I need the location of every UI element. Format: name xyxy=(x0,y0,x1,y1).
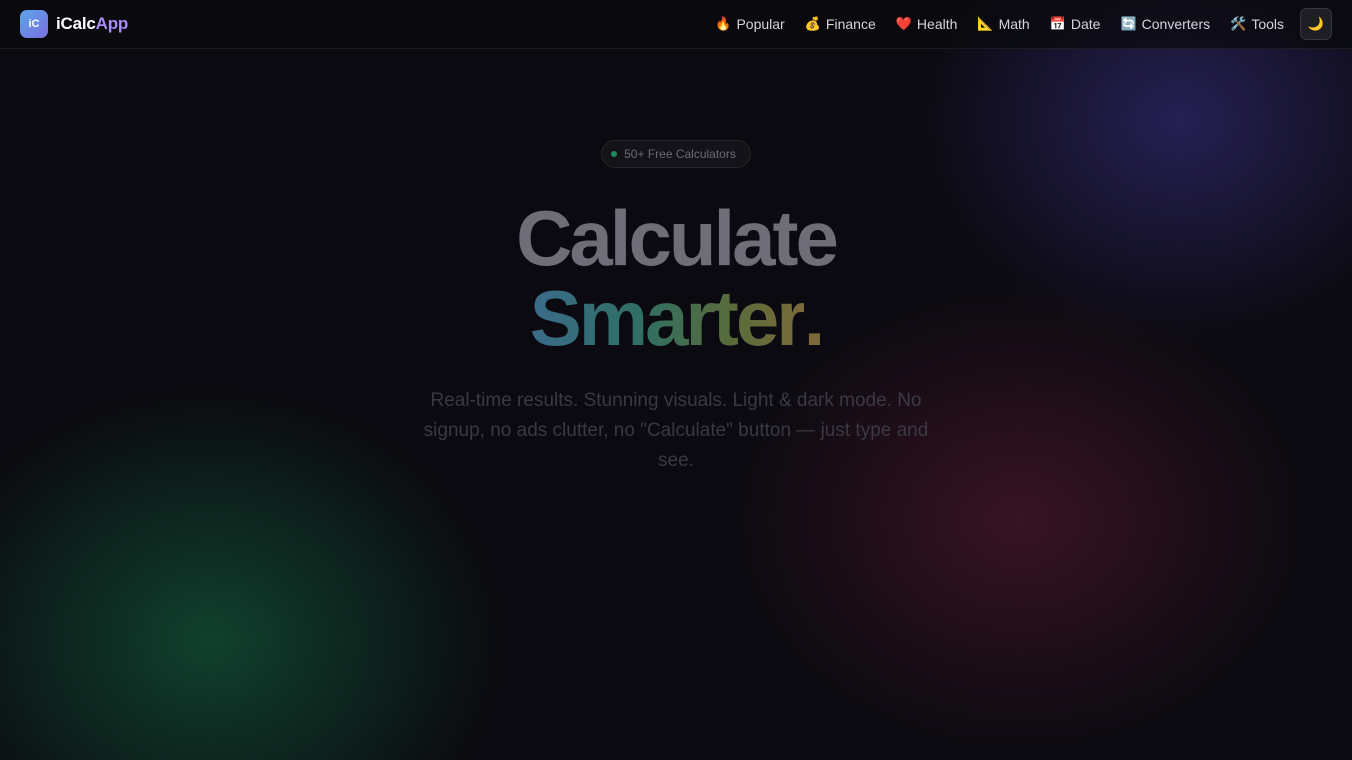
nav-links: 🔥 Popular 💰 Finance ❤️ Health 📐 Math 📅 D… xyxy=(705,0,1332,49)
heart-icon: ❤️ xyxy=(895,16,912,31)
hero-section: 50+ Free Calculators Calculate Smarter. … xyxy=(0,140,1352,476)
top-navbar: iC iCalcApp 🔥 Popular 💰 Finance ❤️ Healt… xyxy=(0,0,1352,49)
nav-item-converters[interactable]: 🔄 Converters xyxy=(1110,0,1220,49)
nav-item-date[interactable]: 📅 Date xyxy=(1040,0,1111,49)
hero-title: Calculate Smarter. xyxy=(0,198,1352,358)
page: iC iCalcApp 🔥 Popular 💰 Finance ❤️ Healt… xyxy=(0,0,1352,760)
nav-item-label: Math xyxy=(998,16,1030,32)
nav-item-label: Finance xyxy=(825,16,876,32)
nav-item-label: Tools xyxy=(1251,16,1284,32)
nav-item-label: Converters xyxy=(1141,16,1211,32)
calculators-count-badge: 50+ Free Calculators xyxy=(601,140,751,168)
fire-icon: 🔥 xyxy=(715,16,732,31)
nav-item-label: Date xyxy=(1070,16,1101,32)
nav-item-popular[interactable]: 🔥 Popular xyxy=(705,0,794,49)
money-bag-icon: 💰 xyxy=(804,16,821,31)
status-dot-icon xyxy=(611,151,618,157)
brand-name: iCalcApp xyxy=(56,14,128,34)
moon-icon: 🌙 xyxy=(1307,16,1325,31)
nav-item-finance[interactable]: 💰 Finance xyxy=(795,0,886,49)
tools-icon: 🛠️ xyxy=(1230,16,1247,31)
hero-subtitle: Real-time results. Stunning visuals. Lig… xyxy=(423,390,929,471)
hero-title-period: . xyxy=(803,274,826,362)
badge-label: 50+ Free Calculators xyxy=(624,147,736,161)
nav-item-math[interactable]: 📐 Math xyxy=(967,0,1039,49)
nav-item-tools[interactable]: 🛠️ Tools xyxy=(1220,0,1294,49)
arrows-cycle-icon: 🔄 xyxy=(1120,16,1137,31)
brand-badge: iC xyxy=(20,10,48,38)
calendar-icon: 📅 xyxy=(1049,16,1066,31)
theme-toggle-button[interactable]: 🌙 xyxy=(1300,8,1332,40)
brand-name-accent: App xyxy=(95,14,129,33)
nav-item-label: Popular xyxy=(736,16,785,32)
nav-item-health[interactable]: ❤️ Health xyxy=(886,0,968,49)
nav-item-label: Health xyxy=(916,16,958,32)
brand-name-main: iCalc xyxy=(56,14,96,33)
hero-title-line2: Smarter xyxy=(529,274,807,362)
hero-title-line1: Calculate xyxy=(516,194,839,282)
brand-logo-link[interactable]: iC iCalcApp xyxy=(20,10,128,38)
triangle-ruler-icon: 📐 xyxy=(977,16,994,31)
